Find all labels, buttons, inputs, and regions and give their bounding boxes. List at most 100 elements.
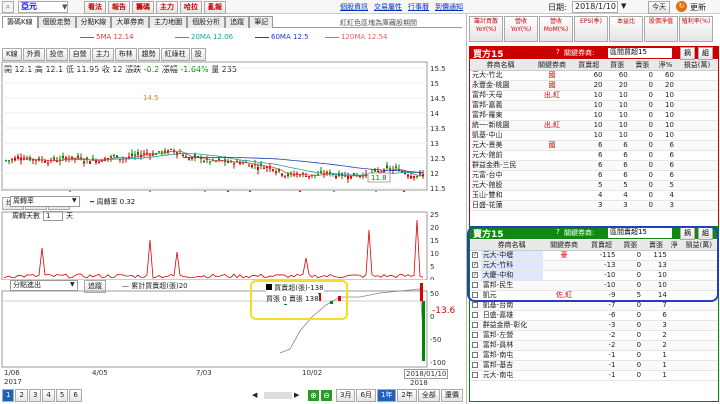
table-row[interactable]: 富邦-嘉義 10 10 0 10 (470, 100, 718, 111)
tab-4[interactable]: 主力地圖 (149, 16, 188, 28)
row-checkbox[interactable] (472, 332, 478, 338)
indicator-tab-6[interactable]: 殖利率(%) (679, 16, 713, 42)
table-row[interactable]: 凱基-台南 -7 0 7 (470, 300, 718, 311)
price-chart[interactable]: 15.5 15 14.5 14 13.5 13 12.5 12 11.5 14.5 11.8 (0, 60, 460, 192)
scroll-right-icon[interactable]: ▶ (294, 391, 299, 399)
row-checkbox-cell[interactable] (470, 360, 481, 371)
page-button-1[interactable]: 2 (15, 389, 28, 402)
row-checkbox[interactable]: ✓ (472, 272, 478, 278)
broker-name[interactable]: 大慶-中和 (480, 270, 543, 281)
zoom-in-icon[interactable]: ⊕ (308, 390, 319, 401)
table-row[interactable]: 永豐金-桃園國 20 20 0 20 (470, 80, 718, 91)
table-row[interactable]: 元大-景美國 6 6 0 6 (470, 140, 718, 151)
tab-3[interactable]: 大單券商 (111, 16, 150, 28)
toolbar-button-0[interactable]: 看法 (84, 1, 106, 14)
row-checkbox[interactable] (472, 322, 478, 328)
page-button-3[interactable]: 4 (42, 389, 55, 402)
row-checkbox-cell[interactable] (470, 290, 481, 301)
row-checkbox[interactable]: ✓ (472, 252, 478, 258)
broker-name[interactable]: 日盛-花蓮 (470, 200, 531, 211)
column-header[interactable]: 買賣超 (585, 240, 618, 251)
column-header[interactable]: 買賣超 (572, 60, 605, 71)
scrollbar-track[interactable] (264, 392, 292, 399)
buy15-btn-2[interactable]: 組 (698, 47, 713, 60)
indicator-tab-3[interactable]: EPS(季) (574, 16, 608, 42)
page-button-5[interactable]: 6 (69, 389, 82, 402)
page-button-0[interactable]: 1 (2, 389, 15, 402)
sell15-key-select[interactable]: 區間賣超15 (608, 228, 672, 238)
column-header[interactable]: 買張 (604, 60, 630, 71)
refresh-button[interactable]: 更新 (690, 2, 706, 13)
broker-name[interactable]: 元大-館前 (470, 150, 531, 161)
broker-name[interactable]: 永豐金-桃園 (470, 80, 531, 91)
row-checkbox[interactable] (472, 292, 478, 298)
sell15-btn-1[interactable]: 摘 (680, 227, 695, 240)
table-row[interactable]: 日盛-花蓮 3 3 0 3 (470, 200, 718, 211)
tab-7[interactable]: 筆記 (249, 16, 274, 28)
table-row[interactable]: ✓ 元大-竹科 -13 0 13 (470, 260, 718, 271)
range-button-3[interactable]: 2年 (397, 389, 417, 402)
search-icon[interactable]: ⌕ (2, 1, 14, 13)
row-checkbox-cell[interactable] (470, 320, 481, 331)
table-row[interactable]: 富邦-左營 -2 0 2 (470, 330, 718, 341)
toolbar-button-1[interactable]: 報告 (108, 1, 130, 14)
toolbar-button-4[interactable]: 哈拉 (180, 1, 202, 14)
stock-name[interactable]: 亞元 (18, 1, 68, 13)
broker-name[interactable]: 元大-中壢 (480, 250, 543, 261)
column-header[interactable]: 券商名稱 (470, 60, 531, 71)
row-checkbox[interactable] (472, 362, 478, 368)
sell15-btn-2[interactable]: 組 (698, 227, 713, 240)
toolbar-link-0[interactable]: 個股資訊 (340, 2, 368, 12)
refresh-icon[interactable]: ↻ (676, 1, 687, 12)
table-row[interactable]: 富邦-員林 -2 0 2 (470, 340, 718, 351)
row-checkbox-cell[interactable] (470, 330, 481, 341)
row-checkbox-cell[interactable] (470, 350, 481, 361)
tab-2[interactable]: 分點K線 (75, 16, 112, 28)
row-checkbox-cell[interactable] (470, 310, 481, 321)
table-row[interactable]: 富邦-天母 出,紅 10 10 0 10 (470, 90, 718, 101)
broker-name[interactable]: 凱元 (480, 290, 543, 301)
table-row[interactable]: 凱元 佐,紅 -9 5 14 (470, 290, 718, 301)
column-header[interactable]: 關鍵券商 (530, 60, 573, 71)
row-checkbox-cell[interactable]: ✓ (470, 270, 481, 281)
column-header[interactable]: 賣張 (643, 240, 669, 251)
broker-name[interactable]: 元大-南屯 (480, 370, 543, 381)
indicator-tab-4[interactable]: 本益比 (609, 16, 643, 42)
date-field[interactable]: 2018/1/10 (572, 1, 618, 13)
row-checkbox-cell[interactable] (470, 340, 481, 351)
range-button-4[interactable]: 全部 (417, 389, 440, 402)
tab-6[interactable]: 追蹤 (225, 16, 250, 28)
broker-name[interactable]: 統一-新桃園 (470, 120, 531, 131)
today-button[interactable]: 今天 (648, 1, 670, 14)
broker-name[interactable]: 富邦-員林 (480, 340, 543, 351)
table-row[interactable]: 群益金鼎-三民 6 6 0 6 (470, 160, 718, 171)
row-checkbox-cell[interactable] (470, 280, 481, 291)
broker-name[interactable]: 凱基-中山 (470, 130, 531, 141)
column-header[interactable]: 損益(萬) (679, 240, 718, 251)
broker-name[interactable]: 群益金鼎-三民 (470, 160, 531, 171)
broker-name[interactable]: 元大-竹北 (470, 70, 531, 81)
row-checkbox[interactable] (472, 342, 478, 348)
indicator-tab-2[interactable]: 營收MoM(%) (539, 16, 573, 42)
table-row[interactable]: ✓ 大慶-中和 -10 0 10 (470, 270, 718, 281)
page-button-2[interactable]: 3 (28, 389, 42, 402)
table-row[interactable]: 富邦-民生 -10 0 10 (470, 280, 718, 291)
broker-name[interactable]: 元富-台中 (470, 170, 531, 181)
range-button-5[interactable]: 還價 (440, 389, 463, 402)
column-header[interactable]: 賣張 (629, 60, 655, 71)
buy15-btn-1[interactable]: 摘 (680, 47, 695, 60)
broker-name[interactable]: 元大-景美 (470, 140, 531, 151)
toolbar-link-3[interactable]: 到價通知 (435, 2, 463, 12)
help-icon[interactable]: ? (556, 48, 560, 56)
scroll-left-icon[interactable]: ◀ (252, 391, 257, 399)
table-row[interactable]: 群益金鼎-彰化 -3 0 3 (470, 320, 718, 331)
broker-name[interactable]: 富邦-南屯 (480, 350, 543, 361)
buy15-key-select[interactable]: 區間買超15 (608, 48, 672, 58)
broker-name[interactable]: 富邦-左營 (480, 330, 543, 341)
broker-name[interactable]: 富邦-民生 (480, 280, 543, 291)
row-checkbox-cell[interactable] (470, 300, 481, 311)
column-header[interactable]: 淨 (668, 240, 680, 251)
table-row[interactable]: 元大-館前 6 6 0 6 (470, 150, 718, 161)
tab-0[interactable]: 籌碼K線 (2, 16, 38, 28)
column-header[interactable]: 買張 (617, 240, 644, 251)
